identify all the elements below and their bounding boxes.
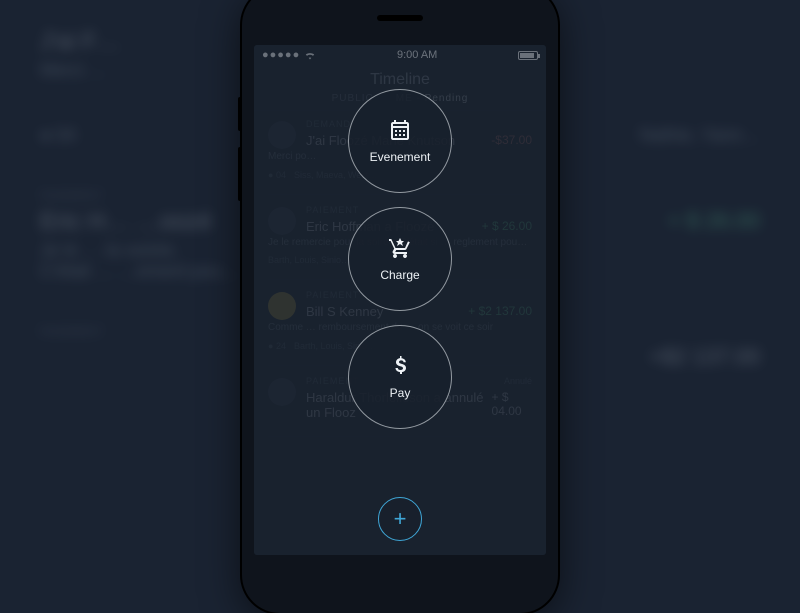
device-frame: ●●●●● 9:00 AM Timeline PUBLIC ME - Pendi…	[242, 0, 558, 613]
calendar-icon	[388, 118, 412, 142]
action-label: Evenement	[370, 150, 431, 164]
action-event[interactable]: Evenement	[348, 89, 452, 193]
app-screen: ●●●●● 9:00 AM Timeline PUBLIC ME - Pendi…	[254, 45, 546, 555]
action-charge[interactable]: Charge	[348, 207, 452, 311]
device-speaker	[377, 15, 423, 21]
action-overlay: Evenement Charge Pay	[254, 45, 546, 555]
plus-icon: +	[394, 506, 407, 532]
fab-add[interactable]: +	[378, 497, 422, 541]
dollar-icon	[388, 354, 412, 378]
action-label: Pay	[390, 386, 411, 400]
cart-icon	[388, 236, 412, 260]
action-label: Charge	[380, 268, 419, 282]
action-pay[interactable]: Pay	[348, 325, 452, 429]
